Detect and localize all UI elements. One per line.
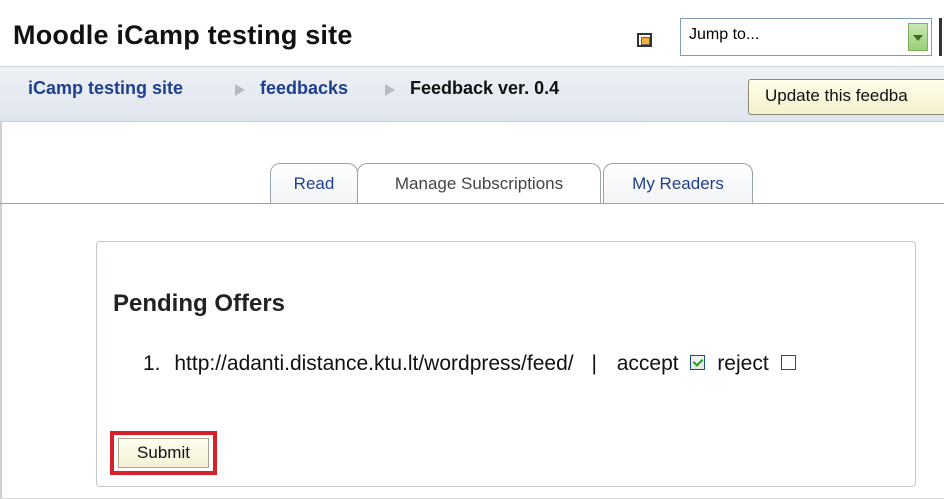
jump-to-selected: Jump to... xyxy=(689,26,760,43)
tab-manage-subscriptions[interactable]: Manage Subscriptions xyxy=(357,163,601,204)
offer-item: 1. http://adanti.distance.ktu.lt/wordpre… xyxy=(143,352,802,376)
reject-label: reject xyxy=(717,352,769,376)
jump-to-select[interactable]: Jump to... xyxy=(680,18,932,56)
submit-button[interactable]: Submit xyxy=(118,438,209,468)
breadcrumb-item-current: Feedback ver. 0.4 xyxy=(410,78,560,98)
pending-offers-title: Pending Offers xyxy=(113,290,286,317)
tab-read[interactable]: Read xyxy=(270,163,358,203)
site-header: Moodle iCamp testing site Jump to... xyxy=(0,0,944,66)
breadcrumb-separator-icon xyxy=(235,84,245,96)
reject-checkbox[interactable] xyxy=(780,354,796,370)
offer-url: http://adanti.distance.ktu.lt/wordpress/… xyxy=(174,352,574,376)
chevron-down-icon[interactable] xyxy=(908,23,928,51)
offer-number: 1. xyxy=(143,352,161,376)
breadcrumb-item-feedbacks[interactable]: feedbacks xyxy=(260,78,348,99)
tab-baseline xyxy=(0,203,944,204)
breadcrumb-item-site[interactable]: iCamp testing site xyxy=(28,78,183,99)
accept-checkbox[interactable] xyxy=(690,354,706,370)
breadcrumb-separator-icon xyxy=(385,84,395,96)
header-edge xyxy=(939,18,942,56)
tab-my-readers[interactable]: My Readers xyxy=(603,163,753,203)
update-feedback-button[interactable]: Update this feedba xyxy=(748,79,944,115)
document-icon[interactable] xyxy=(637,33,652,47)
offer-separator: | xyxy=(591,352,597,376)
accept-label: accept xyxy=(616,352,679,376)
breadcrumb-bar: iCamp testing site feedbacks Feedback ve… xyxy=(0,66,944,122)
site-title: Moodle iCamp testing site xyxy=(13,20,353,50)
